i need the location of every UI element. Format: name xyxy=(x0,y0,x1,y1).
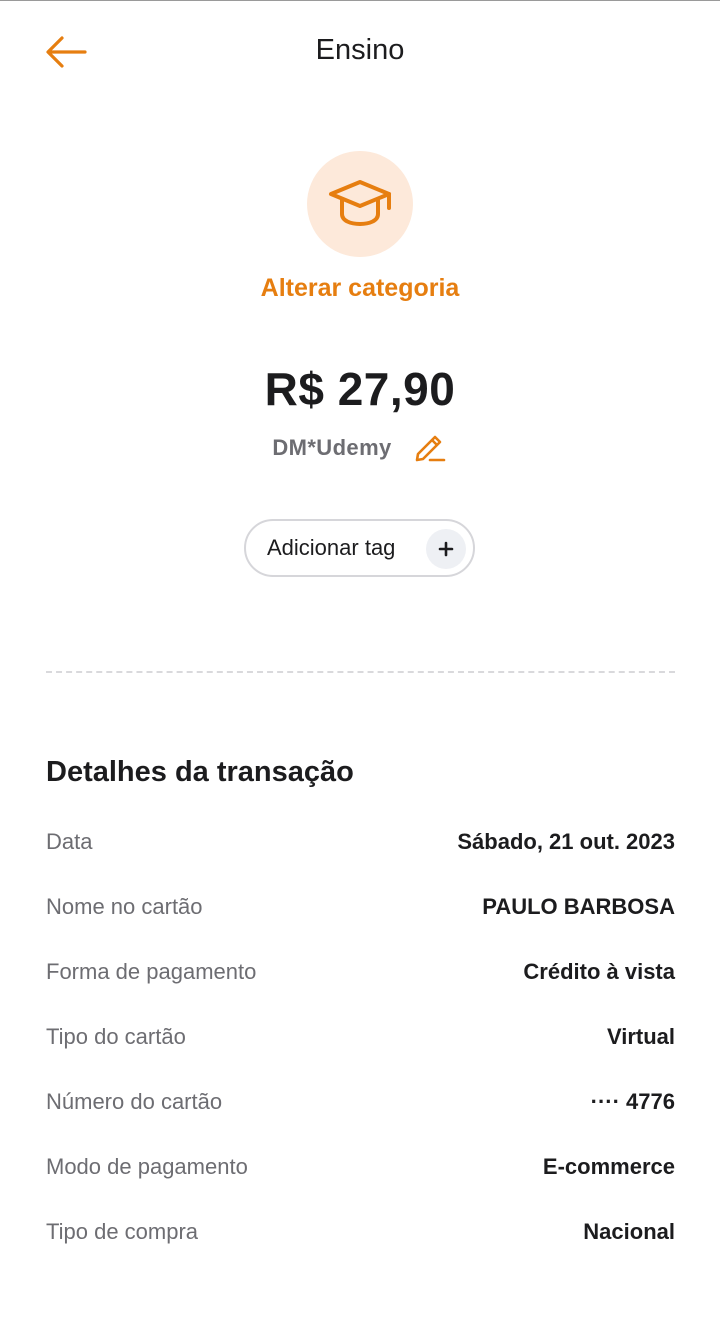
detail-row-purchase-type: Tipo de compra Nacional xyxy=(46,1212,675,1252)
detail-row-card-number: Número do cartão ···· 4776 xyxy=(46,1082,675,1122)
detail-value: Sábado, 21 out. 2023 xyxy=(457,829,675,854)
merchant-name: DM*Udemy xyxy=(272,435,392,460)
detail-row-date: Data Sábado, 21 out. 2023 xyxy=(46,822,675,862)
detail-label: Forma de pagamento xyxy=(46,959,257,984)
page-title: Ensino xyxy=(315,34,405,66)
detail-label: Número do cartão xyxy=(46,1089,223,1114)
change-category-link[interactable]: Alterar categoria xyxy=(0,274,720,303)
detail-value: Crédito à vista xyxy=(523,959,675,984)
add-tag-button[interactable]: Adicionar tag xyxy=(244,519,475,577)
merchant-row: DM*Udemy xyxy=(0,428,720,468)
graduation-cap-icon xyxy=(327,177,393,232)
detail-row-payment-mode: Modo de pagamento E-commerce xyxy=(46,1147,675,1187)
detail-value: Nacional xyxy=(583,1219,675,1244)
detail-label: Data xyxy=(46,829,93,854)
details-section-title: Detalhes da transação xyxy=(46,756,354,788)
category-icon-badge[interactable] xyxy=(307,151,413,257)
detail-label: Tipo do cartão xyxy=(46,1024,186,1049)
detail-label: Tipo de compra xyxy=(46,1219,199,1244)
detail-value: PAULO BARBOSA xyxy=(482,894,675,919)
detail-value: Virtual xyxy=(606,1024,675,1049)
detail-label: Modo de pagamento xyxy=(46,1154,248,1179)
detail-row-cardholder: Nome no cartão PAULO BARBOSA xyxy=(46,887,675,927)
add-tag-label: Adicionar tag xyxy=(267,535,396,560)
plus-icon xyxy=(426,529,466,569)
pencil-icon xyxy=(413,429,447,468)
detail-row-card-type: Tipo do cartão Virtual xyxy=(46,1017,675,1057)
detail-label: Nome no cartão xyxy=(46,894,203,919)
detail-row-payment-method: Forma de pagamento Crédito à vista xyxy=(46,952,675,992)
detail-value: ···· 4776 xyxy=(590,1089,675,1114)
section-divider xyxy=(46,671,675,673)
detail-value: E-commerce xyxy=(542,1154,675,1179)
transaction-amount: R$ 27,90 xyxy=(264,363,456,415)
header: Ensino xyxy=(0,0,720,105)
edit-merchant-button[interactable] xyxy=(412,430,448,466)
